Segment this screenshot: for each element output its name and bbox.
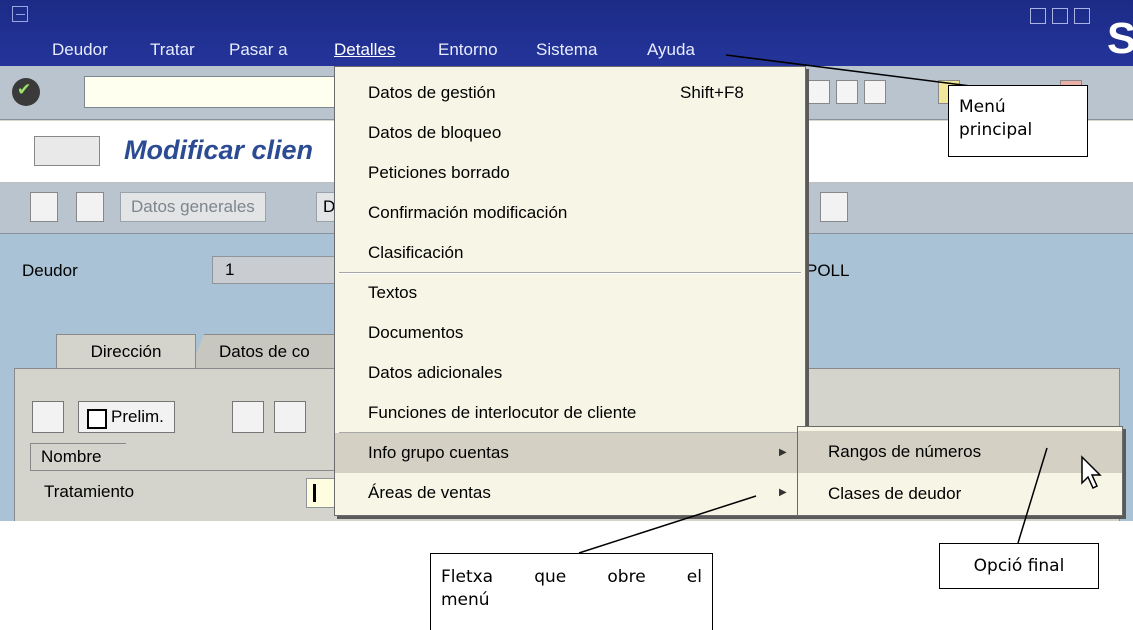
prelim-button[interactable]: Prelim. (78, 401, 175, 433)
callout-opcio-final: Opció final (939, 543, 1099, 589)
previous-page-icon[interactable] (836, 80, 858, 104)
menu-detalles[interactable]: Detalles (334, 40, 395, 60)
menu-item-areas-de-ventas[interactable]: Áreas de ventas ▶ (335, 473, 805, 513)
menu-item-label: Documentos (368, 323, 464, 342)
info-grupo-cuentas-submenu: Rangos de números Clases de deudor (797, 426, 1123, 516)
deudor-field: 1 (212, 256, 336, 284)
menu-pasar-a[interactable]: Pasar a (229, 40, 288, 60)
menu-item-datos-bloqueo[interactable]: Datos de bloqueo (335, 113, 805, 153)
menu-item-label: Datos de bloqueo (368, 123, 502, 142)
menu-item-documentos[interactable]: Documentos (335, 313, 805, 353)
tab-direccion[interactable]: Dirección (56, 334, 196, 370)
menu-deudor[interactable]: Deudor (52, 40, 108, 60)
callout-text: menú (441, 590, 490, 610)
tratamiento-label: Tratamiento (44, 482, 135, 501)
tab-datos-de-control[interactable]: Datos de co (190, 334, 350, 370)
menu-item-datos-gestion[interactable]: Datos de gestión Shift+F8 (335, 73, 805, 113)
sap-logo: S (1107, 14, 1133, 63)
first-page-icon[interactable] (808, 80, 830, 104)
international-versions-icon[interactable] (232, 401, 264, 433)
communication-icon[interactable] (274, 401, 306, 433)
callout-text: Fletxa que obre el (441, 567, 702, 587)
menu-entorno[interactable]: Entorno (438, 40, 498, 60)
menu-sistema[interactable]: Sistema (536, 40, 597, 60)
collapse-icon[interactable] (32, 401, 64, 433)
menu-item-label: Peticiones borrado (368, 163, 510, 182)
mouse-cursor-icon (1081, 455, 1102, 490)
menu-item-label: Áreas de ventas (368, 483, 491, 502)
command-field[interactable] (84, 76, 354, 108)
menu-item-label: Clases de deudor (828, 484, 962, 503)
page-title: Modificar clien (124, 135, 314, 165)
maximize-icon[interactable] (1052, 8, 1068, 24)
menu-item-shortcut: Shift+F8 (680, 83, 744, 102)
menu-item-label: Rangos de números (828, 442, 982, 461)
submenu-arrow-icon: ▶ (779, 487, 787, 498)
callout-fletxa: Fletxa que obre el menú (430, 553, 713, 630)
display-change-pencil-icon[interactable] (76, 192, 104, 222)
submenu-item-rangos-de-numeros[interactable]: Rangos de números (798, 431, 1122, 473)
nombre-group-header: Nombre (30, 443, 126, 471)
sap-window: Deudor Tratar Pasar a Detalles Entorno S… (0, 0, 1133, 521)
menu-item-label: Datos adicionales (368, 363, 503, 382)
menu-item-clasificacion[interactable]: Clasificación (335, 233, 805, 273)
menu-item-peticiones-borrado[interactable]: Peticiones borrado (335, 153, 805, 193)
menu-item-label: Confirmación modificación (368, 203, 568, 222)
group-divider (30, 470, 340, 471)
export-icon[interactable] (820, 192, 848, 222)
display-change-icon[interactable] (34, 136, 100, 166)
deudor-label: Deudor (22, 261, 78, 280)
menu-item-label: Info grupo cuentas (368, 443, 509, 462)
menu-item-label: Textos (368, 283, 418, 302)
menu-ayuda[interactable]: Ayuda (647, 40, 695, 60)
menu-item-datos-adicionales[interactable]: Datos adicionales (335, 353, 805, 393)
menu-item-textos[interactable]: Textos (335, 273, 805, 313)
submenu-item-clases-de-deudor[interactable]: Clases de deudor (798, 473, 1122, 515)
menu-item-label: Funciones de interlocutor de cliente (368, 403, 637, 422)
menu-item-label: Datos de gestión (368, 83, 496, 102)
menu-item-label: Clasificación (368, 243, 464, 262)
submenu-arrow-icon: ▶ (779, 447, 787, 458)
close-icon[interactable] (1074, 8, 1090, 24)
other-customer-icon[interactable] (30, 192, 58, 222)
main-menu-bar: Deudor Tratar Pasar a Detalles Entorno S… (0, 0, 1133, 66)
callout-text: Menú (959, 97, 1006, 117)
minimize-icon[interactable] (1030, 8, 1046, 24)
menu-item-info-grupo-cuentas[interactable]: Info grupo cuentas ▶ (335, 433, 805, 473)
next-page-icon[interactable] (864, 80, 886, 104)
customer-name-text: POLL (806, 261, 850, 280)
detalles-dropdown-menu: Datos de gestión Shift+F8 Datos de bloqu… (334, 66, 806, 516)
menu-item-confirmacion-modificacion[interactable]: Confirmación modificación (335, 193, 805, 233)
enter-check-icon[interactable] (12, 78, 40, 106)
menu-tratar[interactable]: Tratar (150, 40, 195, 60)
system-menu-icon[interactable] (12, 6, 28, 22)
datos-generales-button[interactable]: Datos generales (120, 192, 266, 222)
menu-item-funciones-interlocutor[interactable]: Funciones de interlocutor de cliente (335, 393, 805, 433)
callout-menu-principal: Menú principal (948, 85, 1088, 157)
callout-text: principal (959, 120, 1033, 140)
